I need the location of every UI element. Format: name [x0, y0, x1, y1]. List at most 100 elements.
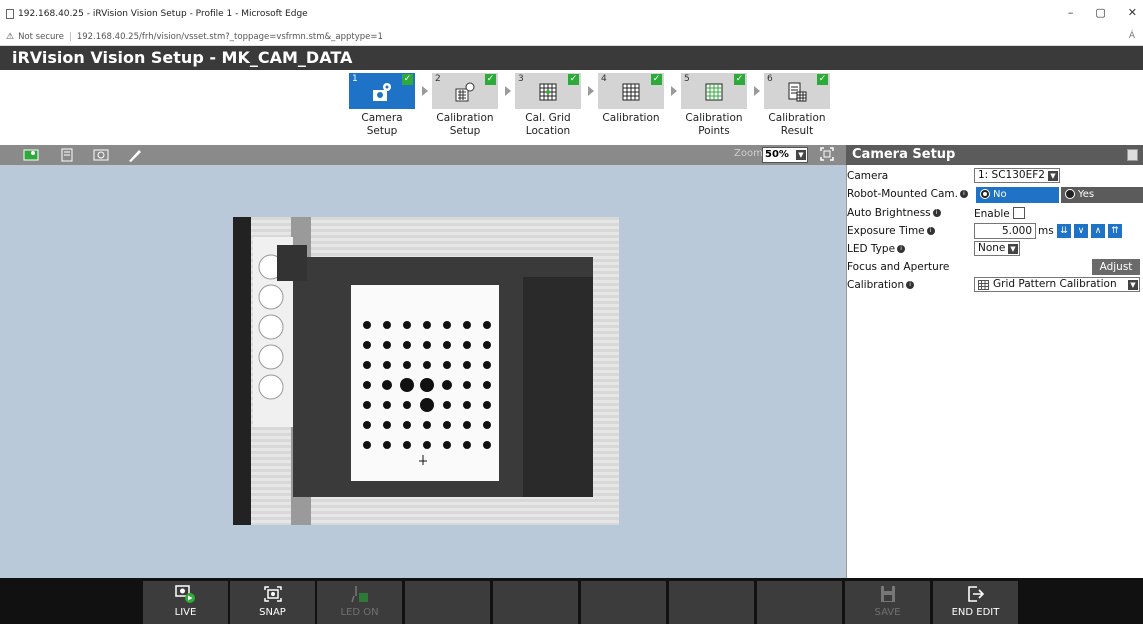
- panel-menu-icon[interactable]: [1127, 149, 1138, 161]
- url-text[interactable]: 192.168.40.25/frh/vision/vsset.stm?_topp…: [77, 32, 383, 42]
- snap-label: SNAP: [259, 607, 286, 618]
- info-icon[interactable]: i: [932, 209, 941, 217]
- increase-fast-icon[interactable]: ⇈: [1108, 224, 1122, 238]
- empty-button-4: [669, 581, 754, 624]
- decrease-fast-icon[interactable]: ⇊: [1057, 224, 1071, 238]
- image-icon: [23, 149, 39, 161]
- auto-brightness-label: Auto Brightness: [847, 207, 931, 219]
- step-cal-grid-location[interactable]: 3 ✓ Cal. Grid Location: [515, 73, 581, 138]
- setup-steps: 1 ✓ Camera Setup 2 ✓ Calibration Setup 3…: [0, 70, 1143, 144]
- end-edit-button[interactable]: END EDIT: [933, 581, 1018, 624]
- step-number: 6: [767, 74, 773, 84]
- fit-to-window-button[interactable]: [818, 147, 836, 163]
- calibration-select[interactable]: Grid Pattern Calibration ▼: [974, 277, 1140, 292]
- page-title: iRVision Vision Setup - MK_CAM_DATA: [0, 46, 1143, 70]
- warning-icon: ⚠: [6, 31, 15, 42]
- radio-unselected-icon: [1065, 189, 1075, 199]
- info-icon[interactable]: i: [897, 245, 906, 253]
- radio-no-label: No: [993, 189, 1007, 200]
- led-type-select[interactable]: None ▼: [974, 241, 1020, 256]
- step-arrow-icon: [422, 86, 428, 96]
- save-image-button[interactable]: [56, 147, 78, 163]
- robot-mounted-yes-radio[interactable]: Yes: [1061, 187, 1143, 203]
- camera-image-graphic: [233, 217, 619, 525]
- robot-mounted-no-radio[interactable]: No: [976, 187, 1059, 203]
- radio-selected-icon: [980, 189, 990, 199]
- camera-select[interactable]: 1: SC130EF2 ▼: [974, 168, 1060, 183]
- camera-snap-icon: [93, 149, 109, 161]
- check-icon: ✓: [568, 74, 579, 85]
- step-number: 1: [352, 74, 358, 84]
- image-view-button[interactable]: [20, 147, 42, 163]
- step-arrow-icon: [671, 86, 677, 96]
- step-calibration[interactable]: 4 ✓ Calibration: [598, 73, 664, 125]
- empty-button-2: [493, 581, 578, 624]
- snap-button[interactable]: SNAP: [230, 581, 315, 624]
- close-button[interactable]: ✕: [1128, 6, 1137, 19]
- step-label: Cal. Grid Location: [525, 112, 571, 137]
- snap-image-button[interactable]: [90, 147, 112, 163]
- robot-mounted-label-wrap: Robot-Mounted Cam. i: [847, 188, 968, 200]
- robot-mounted-row: Robot-Mounted Cam. i No Yes: [847, 186, 1143, 203]
- exit-icon: [967, 586, 984, 602]
- step-number: 4: [601, 74, 607, 84]
- restore-button[interactable]: ▢: [1095, 6, 1105, 19]
- chevron-down-icon: ▼: [1048, 171, 1058, 181]
- step-calibration-result[interactable]: 6 ✓ Calibration Result: [764, 73, 830, 138]
- step-arrow-icon: [754, 86, 760, 96]
- info-icon[interactable]: i: [926, 227, 935, 235]
- calibration-points-icon: [705, 83, 723, 101]
- security-label: Not secure: [18, 31, 64, 42]
- chevron-down-icon: ▼: [796, 150, 806, 160]
- led-type-row: LED Type i None ▼: [847, 241, 1143, 258]
- calibration-label-wrap: Calibration i: [847, 279, 915, 291]
- snap-camera-icon: [263, 586, 282, 602]
- step-number: 5: [684, 74, 690, 84]
- fit-icon: [820, 147, 834, 161]
- calibration-value: Grid Pattern Calibration: [993, 278, 1117, 290]
- save-label: SAVE: [874, 607, 901, 618]
- step-calibration-setup[interactable]: 2 ✓ Calibration Setup: [432, 73, 498, 138]
- read-aloud-icon[interactable]: Á: [1129, 31, 1135, 41]
- save-button[interactable]: SAVE: [845, 581, 930, 624]
- panel-header: Camera Setup: [846, 145, 1143, 165]
- step-camera-setup[interactable]: 1 ✓ Camera Setup: [349, 73, 415, 138]
- image-canvas[interactable]: [0, 165, 846, 578]
- minimize-button[interactable]: –: [1068, 6, 1074, 19]
- check-icon: ✓: [817, 74, 828, 85]
- check-icon: ✓: [485, 74, 496, 85]
- exposure-row: Exposure Time i 5.000 ms ⇊ ∨ ∧ ⇈: [847, 223, 1143, 240]
- zoom-label: Zoom: [734, 148, 763, 159]
- step-calibration-points[interactable]: 5 ✓ Calibration Points: [681, 73, 747, 138]
- end-edit-label: END EDIT: [951, 607, 1000, 618]
- empty-button-3: [581, 581, 666, 624]
- save-disk-icon: [880, 586, 895, 602]
- exposure-input[interactable]: 5.000: [974, 223, 1036, 239]
- chevron-down-icon: ▼: [1008, 244, 1018, 254]
- step-label: Calibration Points: [685, 112, 743, 137]
- info-icon[interactable]: i: [959, 190, 968, 198]
- result-document-icon: [788, 82, 807, 102]
- led-on-button[interactable]: LED ON: [317, 581, 402, 624]
- auto-brightness-checkbox[interactable]: [1013, 207, 1025, 219]
- exposure-label-wrap: Exposure Time i: [847, 225, 935, 237]
- zoom-select[interactable]: 50% ▼: [762, 147, 808, 163]
- decrease-icon[interactable]: ∨: [1074, 224, 1088, 238]
- grid-gear-icon: [455, 82, 475, 102]
- check-icon: ✓: [402, 74, 413, 85]
- camera-row: Camera 1: SC130EF2 ▼: [847, 168, 1143, 185]
- enable-label: Enable: [974, 208, 1010, 220]
- camera-label: Camera: [847, 170, 889, 182]
- pen-tool-button[interactable]: [124, 147, 146, 163]
- camera-image: [233, 217, 619, 525]
- empty-button-1: [405, 581, 490, 624]
- robot-mounted-label: Robot-Mounted Cam.: [847, 188, 958, 200]
- live-button[interactable]: LIVE: [143, 581, 228, 624]
- info-icon[interactable]: i: [906, 281, 915, 289]
- auto-brightness-row: Auto Brightness i Enable: [847, 205, 1143, 222]
- led-label-wrap: LED Type i: [847, 243, 906, 255]
- increase-icon[interactable]: ∧: [1091, 224, 1105, 238]
- address-bar[interactable]: ⚠ Not secure | 192.168.40.25/frh/vision/…: [0, 28, 1143, 46]
- focus-row: Focus and Aperture Adjust: [847, 259, 1143, 276]
- adjust-button[interactable]: Adjust: [1092, 259, 1140, 275]
